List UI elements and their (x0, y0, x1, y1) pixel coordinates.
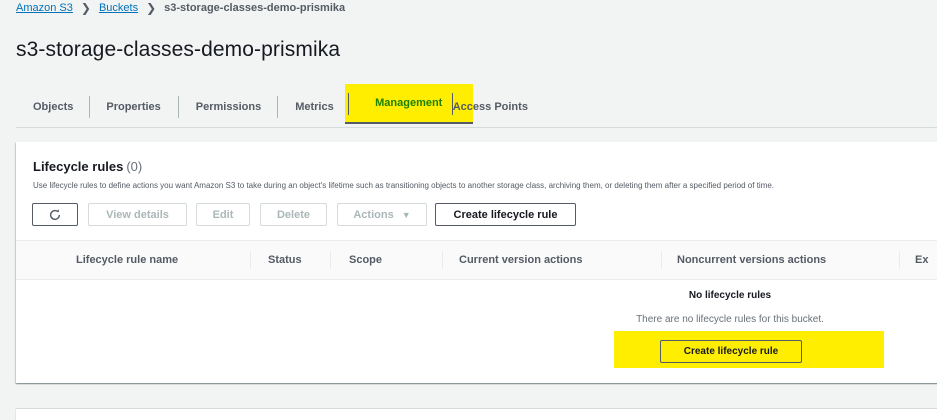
lifecycle-rules-title-text: Lifecycle rules (33, 159, 124, 174)
breadcrumb-current: s3-storage-classes-demo-prismika (164, 2, 346, 14)
chevron-right-icon: ❯ (80, 1, 91, 15)
edit-button[interactable]: Edit (196, 203, 250, 226)
column-header-rule-name[interactable]: Lifecycle rule name (76, 241, 178, 279)
lifecycle-rules-title: Lifecycle rules (0) (33, 159, 142, 174)
tab-properties[interactable]: Properties (90, 88, 177, 125)
tab-objects[interactable]: Objects (16, 88, 89, 125)
column-divider (442, 251, 443, 269)
tab-metrics[interactable]: Metrics (278, 88, 345, 125)
column-divider (899, 251, 900, 269)
empty-state-title: No lifecycle rules (688, 290, 772, 301)
lifecycle-rules-description: Use lifecycle rules to define actions yo… (33, 181, 775, 190)
refresh-icon (49, 208, 61, 220)
column-header-status[interactable]: Status (268, 241, 302, 279)
tab-permissions[interactable]: Permissions (179, 88, 277, 125)
tabs-underline (16, 127, 937, 128)
column-header-scope[interactable]: Scope (349, 241, 382, 279)
column-divider (330, 251, 331, 269)
empty-state-description: There are no lifecycle rules for this bu… (636, 314, 824, 325)
actions-label: Actions (353, 208, 394, 221)
breadcrumb: Amazon S3 ❯ Buckets ❯ s3-storage-classes… (16, 1, 345, 15)
column-header-noncurrent-versions-actions[interactable]: Noncurrent versions actions (677, 241, 826, 279)
table-header: Lifecycle rule name Status Scope Current… (16, 240, 937, 280)
refresh-button[interactable] (32, 203, 78, 226)
breadcrumb-buckets[interactable]: Buckets (99, 1, 138, 15)
next-panel (16, 408, 937, 420)
chevron-right-icon: ❯ (146, 1, 157, 15)
page-title: s3-storage-classes-demo-prismika (16, 38, 341, 61)
empty-state-create-button[interactable]: Create lifecycle rule (660, 340, 802, 363)
tab-bar: Objects Properties Permissions Metrics M… (16, 84, 528, 125)
column-header-expiration[interactable]: Ex (915, 241, 928, 279)
column-divider (661, 251, 662, 269)
caret-down-icon: ▼ (401, 209, 411, 220)
column-divider (250, 251, 251, 269)
column-header-current-version-actions[interactable]: Current version actions (459, 241, 582, 279)
actions-dropdown[interactable]: Actions ▼ (337, 203, 427, 226)
breadcrumb-amazon-s3[interactable]: Amazon S3 (16, 1, 73, 15)
delete-button[interactable]: Delete (260, 203, 327, 226)
lifecycle-rules-count: (0) (126, 159, 143, 174)
view-details-button[interactable]: View details (88, 203, 187, 226)
lifecycle-rules-panel: Lifecycle rules (0) Use lifecycle rules t… (16, 142, 937, 383)
create-lifecycle-rule-button[interactable]: Create lifecycle rule (435, 203, 576, 226)
tab-access-points[interactable]: Access Points (453, 88, 528, 125)
